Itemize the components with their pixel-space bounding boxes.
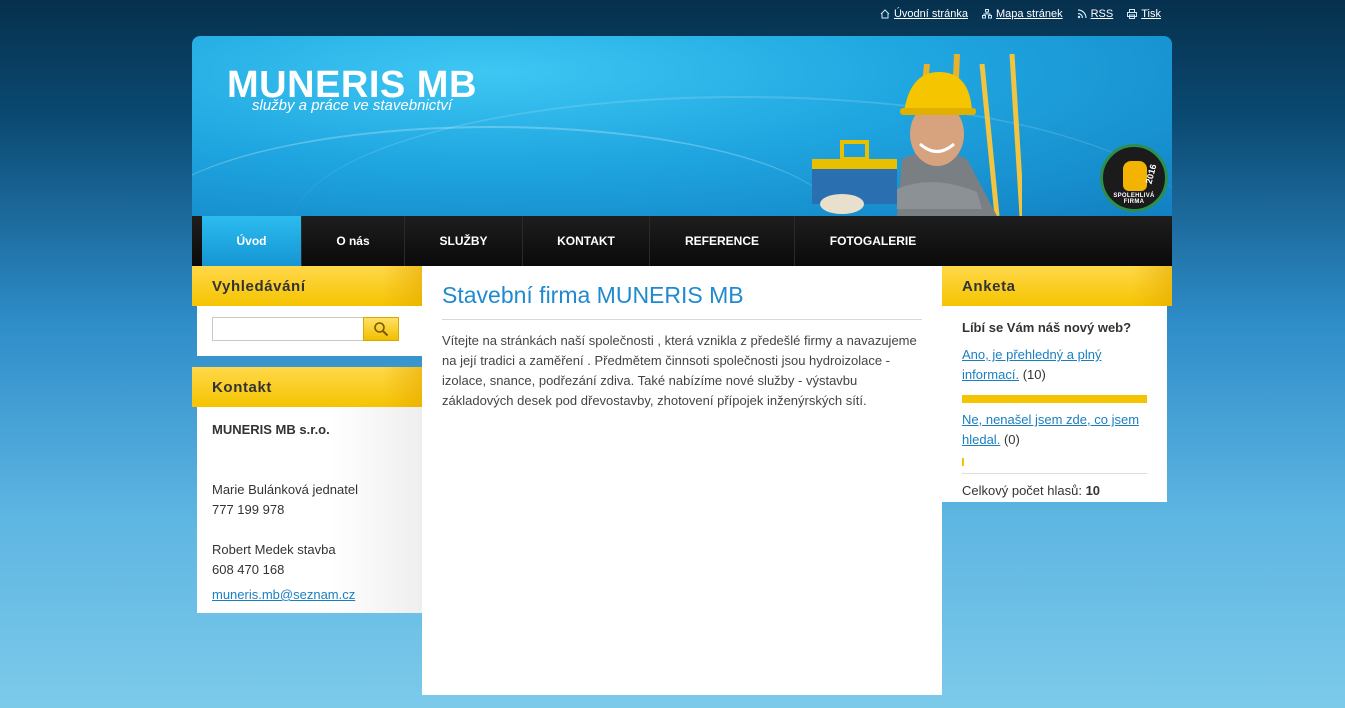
home-link[interactable]: Úvodní stránka [880,8,968,20]
person2-name: Robert Medek stavba [212,542,336,557]
poll-question: Líbí se Vám náš nový web? [962,320,1132,335]
sitemap-link-label: Mapa stránek [995,8,1063,20]
badge-text: SPOLEHLIVÁ FIRMA [1113,193,1155,205]
poll-box: Anketa Líbí se Vám náš nový web? Ano, je… [942,266,1172,502]
poll-total: Celkový počet hlasů: 10 [962,473,1147,501]
poll-option-yes: Ano, je přehledný a plný informací. (10) [962,345,1147,385]
search-box: Vyhledávání [192,266,422,356]
print-link-label: Tisk [1141,8,1161,20]
poll-option-no-link[interactable]: Ne, nenašel jsem zde, co jsem hledal. [962,412,1139,447]
person1-phone: 777 199 978 [212,502,285,517]
poll-option-no-count: (0) [1003,432,1020,447]
poll-bar-yes [962,395,1147,403]
person2-phone: 608 470 168 [212,562,285,577]
company-name: MUNERIS MB s.r.o. [212,422,330,437]
poll-total-value: 10 [1085,483,1101,498]
poll-heading: Anketa [942,266,1172,306]
sitemap-link[interactable]: Mapa stránek [981,8,1063,20]
page-title: Stavební firma MUNERIS MB [442,282,922,320]
search-icon [374,322,389,337]
print-icon [1127,9,1138,19]
nav-item-uvod[interactable]: Úvod [202,216,302,266]
site-slogan: služby a práce ve stavebnictví [252,97,453,114]
contact-box: Kontakt MUNERIS MB s.r.o. Marie Bulánkov… [192,367,422,613]
reliable-company-badge[interactable]: 2016 SPOLEHLIVÁ FIRMA [1100,144,1168,212]
header-wave-decoration-2 [292,96,1172,216]
nav-items: Úvod O nás SLUŽBY KONTAKT REFERENCE FOTO… [202,216,951,266]
site-header: MUNERIS MB služby a práce ve stavebnictv… [192,36,1172,216]
search-body [197,306,422,356]
sitemap-icon [981,9,992,19]
main-content: Stavební firma MUNERIS MB Vítejte na str… [422,266,942,695]
search-button[interactable] [363,317,399,341]
poll-body: Líbí se Vám náš nový web? Ano, je přehle… [942,306,1167,502]
print-link[interactable]: Tisk [1127,8,1161,20]
rss-link-label: RSS [1090,8,1114,20]
home-link-label: Úvodní stránka [893,8,968,20]
poll-option-yes-count: (10) [1022,367,1046,382]
nav-item-reference[interactable]: REFERENCE [650,216,795,266]
poll-bar-no-track [962,458,1147,466]
rss-link[interactable]: RSS [1077,8,1114,20]
home-icon [880,9,890,19]
worker-illustration [812,72,997,216]
top-links: Úvodní stránka Mapa stránek RSS Tisk [880,8,1161,20]
intro-text: Vítejte na stránkách naší společnosti , … [442,333,917,408]
nav-item-sluzby[interactable]: SLUŽBY [405,216,523,266]
poll-total-label: Celkový počet hlasů: [962,483,1082,498]
contact-heading: Kontakt [192,367,422,407]
nav-item-fotogalerie[interactable]: FOTOGALERIE [795,216,951,266]
contact-email-link[interactable]: muneris.mb@seznam.cz [212,587,355,602]
rss-icon [1077,9,1087,19]
nav-item-kontakt[interactable]: KONTAKT [523,216,650,266]
thumbs-up-icon [1123,161,1147,191]
main-navigation: Úvod O nás SLUŽBY KONTAKT REFERENCE FOTO… [192,216,1172,266]
poll-bar-no [962,458,964,466]
contact-body: MUNERIS MB s.r.o. Marie Bulánková jednat… [197,407,422,613]
person1-name: Marie Bulánková jednatel [212,482,358,497]
search-input[interactable] [212,317,364,341]
poll-bar-yes-track [962,395,1147,403]
nav-item-o-nas[interactable]: O nás [302,216,405,266]
search-heading: Vyhledávání [192,266,422,306]
poll-option-no: Ne, nenašel jsem zde, co jsem hledal. (0… [962,410,1147,450]
